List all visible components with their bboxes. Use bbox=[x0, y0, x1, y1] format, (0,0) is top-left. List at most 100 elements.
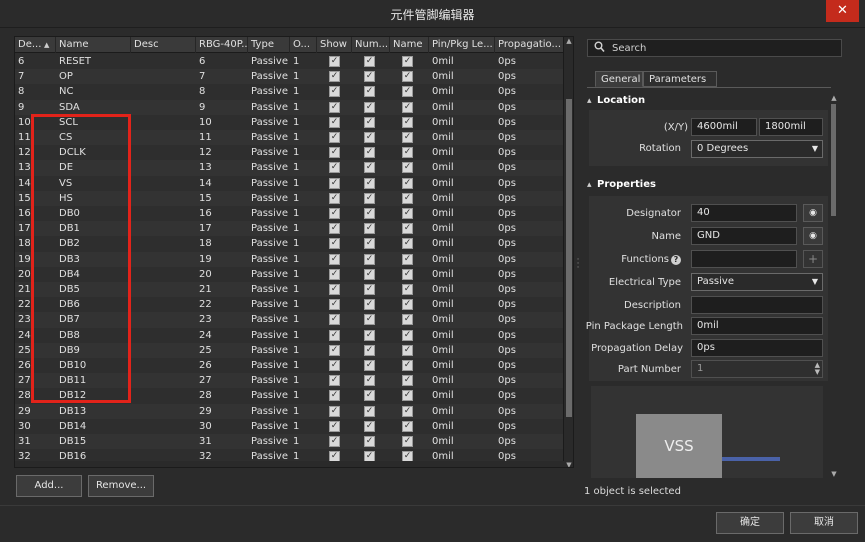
checkbox-name-visible[interactable]: ✓ bbox=[402, 436, 413, 447]
column-header-rbg[interactable]: RBG-40P... bbox=[196, 37, 248, 53]
column-header-show[interactable]: Show bbox=[317, 37, 352, 53]
properties-section-header[interactable]: Properties bbox=[587, 177, 656, 193]
cell-type[interactable]: Passive bbox=[248, 282, 290, 297]
ok-button[interactable]: 确定 bbox=[716, 512, 784, 534]
cell-propagation[interactable]: 0ps bbox=[495, 69, 564, 84]
cell-name[interactable]: OP bbox=[56, 69, 131, 84]
cell-type[interactable]: Passive bbox=[248, 206, 290, 221]
cell-o[interactable]: 1 bbox=[290, 160, 317, 175]
checkbox-show[interactable]: ✓ bbox=[329, 390, 340, 402]
cell-type[interactable]: Passive bbox=[248, 191, 290, 206]
cell-rbg[interactable]: 11 bbox=[196, 130, 248, 145]
cell-pin-length[interactable]: 0mil bbox=[429, 404, 495, 419]
cell-propagation[interactable]: 0ps bbox=[495, 130, 564, 145]
cell-o[interactable]: 1 bbox=[290, 236, 317, 251]
scroll-up-icon[interactable]: ▲ bbox=[830, 94, 838, 102]
checkbox-name-visible[interactable]: ✓ bbox=[402, 71, 413, 83]
checkbox-number[interactable]: ✓ bbox=[364, 147, 375, 159]
cell-o[interactable]: 1 bbox=[290, 69, 317, 84]
cell-rbg[interactable]: 15 bbox=[196, 191, 248, 206]
cell-propagation[interactable]: 0ps bbox=[495, 236, 564, 251]
cell-pin-length[interactable]: 0mil bbox=[429, 373, 495, 388]
cell-o[interactable]: 1 bbox=[290, 100, 317, 115]
search-box[interactable]: Search bbox=[587, 39, 842, 57]
cell-type[interactable]: Passive bbox=[248, 221, 290, 236]
location-section-header[interactable]: Location bbox=[587, 93, 645, 109]
name-visibility-eye-icon[interactable]: ◉ bbox=[803, 227, 823, 245]
cell-rbg[interactable]: 28 bbox=[196, 388, 248, 403]
cell-pin-length[interactable]: 0mil bbox=[429, 312, 495, 327]
cell-desc[interactable] bbox=[131, 328, 196, 343]
checkbox-show[interactable]: ✓ bbox=[329, 344, 340, 356]
cell-pin-length[interactable]: 0mil bbox=[429, 419, 495, 434]
cell-desc[interactable] bbox=[131, 373, 196, 388]
designator-visibility-eye-icon[interactable]: ◉ bbox=[803, 204, 823, 222]
scroll-thumb[interactable] bbox=[566, 99, 572, 417]
cell-type[interactable]: Passive bbox=[248, 84, 290, 99]
table-row[interactable]: 30 DB14 30 Passive 1 0mil 0ps ✓ ✓ ✓ bbox=[15, 419, 564, 434]
close-button[interactable]: ✕ bbox=[826, 0, 859, 22]
cell-o[interactable]: 1 bbox=[290, 206, 317, 221]
cell-o[interactable]: 1 bbox=[290, 282, 317, 297]
cell-pin-length[interactable]: 0mil bbox=[429, 297, 495, 312]
designator-input[interactable]: 40 bbox=[691, 204, 797, 222]
checkbox-number[interactable]: ✓ bbox=[364, 375, 375, 387]
scroll-down-icon[interactable]: ▼ bbox=[564, 461, 573, 467]
cell-o[interactable]: 1 bbox=[290, 373, 317, 388]
cell-o[interactable]: 1 bbox=[290, 84, 317, 99]
cell-desc[interactable] bbox=[131, 297, 196, 312]
panel-splitter[interactable]: · · · bbox=[575, 256, 581, 273]
checkbox-show[interactable]: ✓ bbox=[329, 208, 340, 219]
cell-rbg[interactable]: 6 bbox=[196, 54, 248, 69]
checkbox-name-visible[interactable]: ✓ bbox=[402, 253, 413, 265]
cell-type[interactable]: Passive bbox=[248, 434, 290, 449]
cell-o[interactable]: 1 bbox=[290, 343, 317, 358]
cell-desc[interactable] bbox=[131, 54, 196, 69]
cell-type[interactable]: Passive bbox=[248, 100, 290, 115]
description-input[interactable] bbox=[691, 296, 823, 314]
checkbox-number[interactable]: ✓ bbox=[364, 390, 375, 402]
checkbox-number[interactable]: ✓ bbox=[364, 420, 375, 432]
cell-type[interactable]: Passive bbox=[248, 252, 290, 267]
column-header-name[interactable]: Name bbox=[56, 37, 131, 53]
cell-o[interactable]: 1 bbox=[290, 328, 317, 343]
cell-rbg[interactable]: 18 bbox=[196, 236, 248, 251]
column-header-type[interactable]: Type bbox=[248, 37, 290, 53]
scroll-down-icon[interactable]: ▼ bbox=[830, 470, 838, 478]
cell-desc[interactable] bbox=[131, 176, 196, 191]
cell-pin-length[interactable]: 0mil bbox=[429, 221, 495, 236]
cell-propagation[interactable]: 0ps bbox=[495, 206, 564, 221]
cell-rbg[interactable]: 8 bbox=[196, 84, 248, 99]
cell-pin-length[interactable]: 0mil bbox=[429, 328, 495, 343]
checkbox-name-visible[interactable]: ✓ bbox=[402, 208, 413, 219]
cell-rbg[interactable]: 25 bbox=[196, 343, 248, 358]
panel-vertical-scrollbar[interactable]: ▲ ▼ bbox=[830, 94, 838, 478]
cell-desc[interactable] bbox=[131, 84, 196, 99]
cell-desc[interactable] bbox=[131, 100, 196, 115]
table-row[interactable]: 8 NC 8 Passive 1 0mil 0ps ✓ ✓ ✓ bbox=[15, 84, 564, 99]
checkbox-name-visible[interactable]: ✓ bbox=[402, 390, 413, 402]
checkbox-name-visible[interactable]: ✓ bbox=[402, 375, 413, 387]
checkbox-name-visible[interactable]: ✓ bbox=[402, 56, 413, 67]
name-input[interactable]: GND bbox=[691, 227, 797, 245]
cell-propagation[interactable]: 0ps bbox=[495, 84, 564, 99]
cell-designator[interactable]: 31 bbox=[15, 434, 56, 449]
cell-type[interactable]: Passive bbox=[248, 145, 290, 160]
cell-type[interactable]: Passive bbox=[248, 373, 290, 388]
checkbox-show[interactable]: ✓ bbox=[329, 375, 340, 387]
cell-rbg[interactable]: 31 bbox=[196, 434, 248, 449]
cell-desc[interactable] bbox=[131, 69, 196, 84]
cell-designator[interactable]: 29 bbox=[15, 404, 56, 419]
cell-o[interactable]: 1 bbox=[290, 221, 317, 236]
checkbox-number[interactable]: ✓ bbox=[364, 71, 375, 83]
cell-pin-length[interactable]: 0mil bbox=[429, 176, 495, 191]
checkbox-number[interactable]: ✓ bbox=[364, 299, 375, 311]
cell-rbg[interactable]: 22 bbox=[196, 297, 248, 312]
checkbox-show[interactable]: ✓ bbox=[329, 284, 340, 295]
cell-propagation[interactable]: 0ps bbox=[495, 267, 564, 282]
checkbox-name-visible[interactable]: ✓ bbox=[402, 192, 413, 204]
cell-type[interactable]: Passive bbox=[248, 404, 290, 419]
cell-type[interactable]: Passive bbox=[248, 176, 290, 191]
cell-propagation[interactable]: 0ps bbox=[495, 115, 564, 130]
cell-o[interactable]: 1 bbox=[290, 297, 317, 312]
